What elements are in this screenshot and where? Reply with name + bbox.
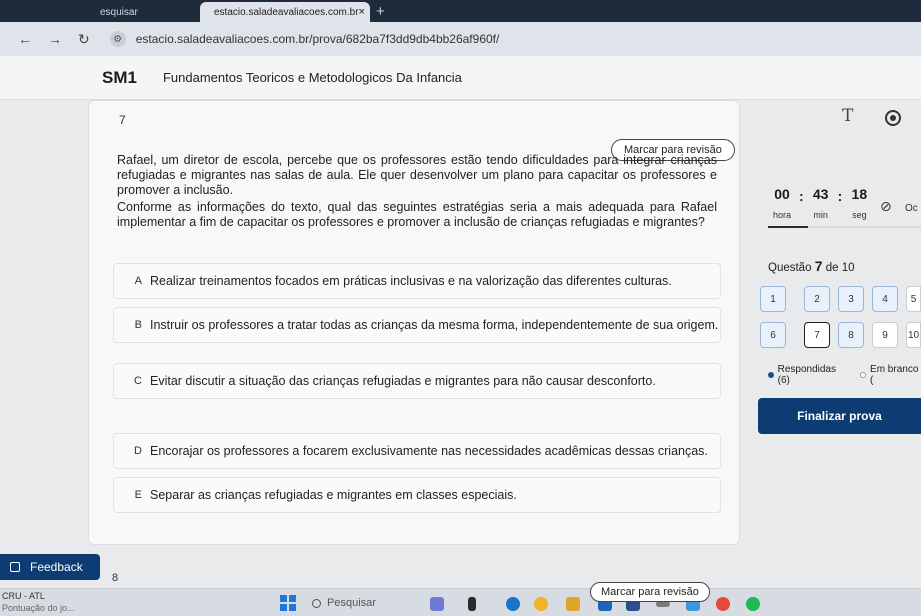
timer-separator: : [799,188,804,204]
countdown-timer: 00 hora : 43 min : 18 seg [768,186,873,220]
feedback-icon [10,562,20,572]
taskbar-search-placeholder: Pesquisar [327,597,376,609]
timer-hours: 00 hora [768,186,796,220]
address-bar: ← → ↻ ⚙ estacio.saladeavaliacoes.com.br/… [0,22,921,56]
taskbar-search[interactable]: Pesquisar [312,597,376,609]
question-stem: Rafael, um diretor de escola, percebe qu… [117,153,717,230]
timer-seconds: 18 seg [845,186,873,220]
question-cell-10[interactable]: 10 [906,322,921,348]
tab-active-label: estacio.saladeavaliacoes.com.br [214,6,359,18]
option-text: Instruir os professores a tratar todas a… [150,318,719,332]
edge-browser-icon[interactable] [506,597,520,611]
option-e[interactable]: E Separar as crianças refugiadas e migra… [113,477,721,513]
question-word: Questão [768,262,812,274]
hide-timer-label[interactable]: Oc [905,203,918,214]
option-text: Encorajar os professores a focarem exclu… [150,444,708,458]
timer-hours-label: hora [772,210,791,220]
option-letter: B [134,319,142,331]
spotify-icon[interactable] [746,597,760,611]
next-question-number: 8 [112,572,119,584]
timer-minutes: 43 min [807,186,835,220]
new-tab-button[interactable]: + [376,3,385,20]
stem-paragraph: Rafael, um diretor de escola, percebe qu… [117,153,717,197]
of-word: de [825,262,839,274]
question-cell-6[interactable]: 6 [760,322,786,348]
timer-minutes-label: min [813,210,828,220]
timer-hours-value: 00 [774,186,790,202]
timer-separator: : [837,188,843,204]
browser-tab-bar: esquisar estacio.saladeavaliacoes.com.br… [0,0,921,22]
question-cell-7[interactable]: 7 [804,322,830,348]
option-a[interactable]: A Realizar treinamentos focados em práti… [113,263,721,299]
url-field[interactable]: ⚙ estacio.saladeavaliacoes.com.br/prova/… [109,31,500,47]
chrome-browser-icon[interactable] [534,597,548,611]
tab-previous-label: esquisar [100,6,138,18]
task-view-icon[interactable] [430,597,444,611]
question-cell-1[interactable]: 1 [760,286,786,312]
search-icon [312,598,321,608]
feedback-button[interactable]: Feedback [0,554,100,580]
option-letter: D [134,445,142,457]
forward-arrow-icon[interactable]: → [48,31,62,47]
close-tab-icon[interactable]: × [359,6,365,18]
text-size-icon[interactable]: T [842,106,853,126]
question-cell-3[interactable]: 3 [838,286,864,312]
back-arrow-icon[interactable]: ← [18,31,32,47]
question-counter: Questão 7 de 10 [768,258,854,274]
timer-progress-fill [768,226,808,228]
weather-subtitle: Pontuação do jo... [2,603,75,613]
weather-title: CRU - ATL [2,591,45,601]
total-questions: 10 [841,262,855,274]
answer-legend: Respondidas (6) Em branco ( [768,364,921,386]
timer-progress-bar [768,226,921,228]
feedback-label: Feedback [30,560,83,574]
app-header: SM1 Fundamentos Teoricos e Metodologicos… [0,56,921,100]
focus-target-icon[interactable] [885,110,901,126]
stem-paragraph: Conforme as informações do texto, qual d… [117,200,717,229]
timer-seconds-value: 18 [851,186,868,202]
course-title: Fundamentos Teoricos e Metodologicos Da … [162,70,462,85]
timer-minutes-value: 43 [812,186,829,202]
logo: SM1 [102,67,137,87]
os-taskbar: CRU - ATL Pontuação do jo... Pesquisar [0,588,921,616]
option-letter: C [134,375,142,387]
file-explorer-icon[interactable] [566,597,580,611]
option-text: Evitar discutir a situação das crianças … [150,374,656,388]
mark-for-review-button-next[interactable]: Marcar para revisão [590,582,710,602]
answered-dot-icon [768,372,774,378]
tab-previous[interactable]: esquisar [100,2,190,22]
chrome-app-icon[interactable] [716,597,730,611]
option-letter: A [134,275,142,287]
reload-icon[interactable]: ↻ [78,31,90,48]
question-cell-9[interactable]: 9 [872,322,898,348]
eye-off-icon[interactable]: ⊘ [880,198,892,215]
option-text: Separar as crianças refugiadas e migrant… [150,488,517,502]
current-question: 7 [814,258,823,274]
option-c[interactable]: C Evitar discutir a situação das criança… [113,363,721,399]
answered-legend-label: Respondidas (6) [777,364,836,386]
question-card: 7 Marcar para revisão Rafael, um diretor… [88,100,740,545]
blank-legend-label: Em branco ( [870,364,919,386]
taskbar-app-icon[interactable] [468,597,476,611]
weather-widget[interactable]: CRU - ATL Pontuação do jo... [2,590,75,614]
option-text: Realizar treinamentos focados em prática… [150,274,672,288]
timer-seconds-label: seg [852,210,867,220]
url-text: estacio.saladeavaliacoes.com.br/prova/68… [135,32,500,46]
finish-exam-button[interactable]: Finalizar prova [758,398,921,434]
windows-start-icon[interactable] [280,595,296,611]
blank-dot-icon [860,372,867,378]
option-b[interactable]: B Instruir os professores a tratar todas… [113,307,721,343]
question-cell-8[interactable]: 8 [838,322,864,348]
site-settings-icon[interactable]: ⚙ [109,31,126,47]
question-cell-5[interactable]: 5 [906,286,921,312]
question-number: 7 [119,113,126,127]
option-d[interactable]: D Encorajar os professores a focarem exc… [113,433,721,469]
question-cell-4[interactable]: 4 [872,286,898,312]
option-letter: E [134,489,142,501]
tab-active[interactable]: estacio.saladeavaliacoes.com.br × [200,2,370,22]
question-cell-2[interactable]: 2 [804,286,830,312]
